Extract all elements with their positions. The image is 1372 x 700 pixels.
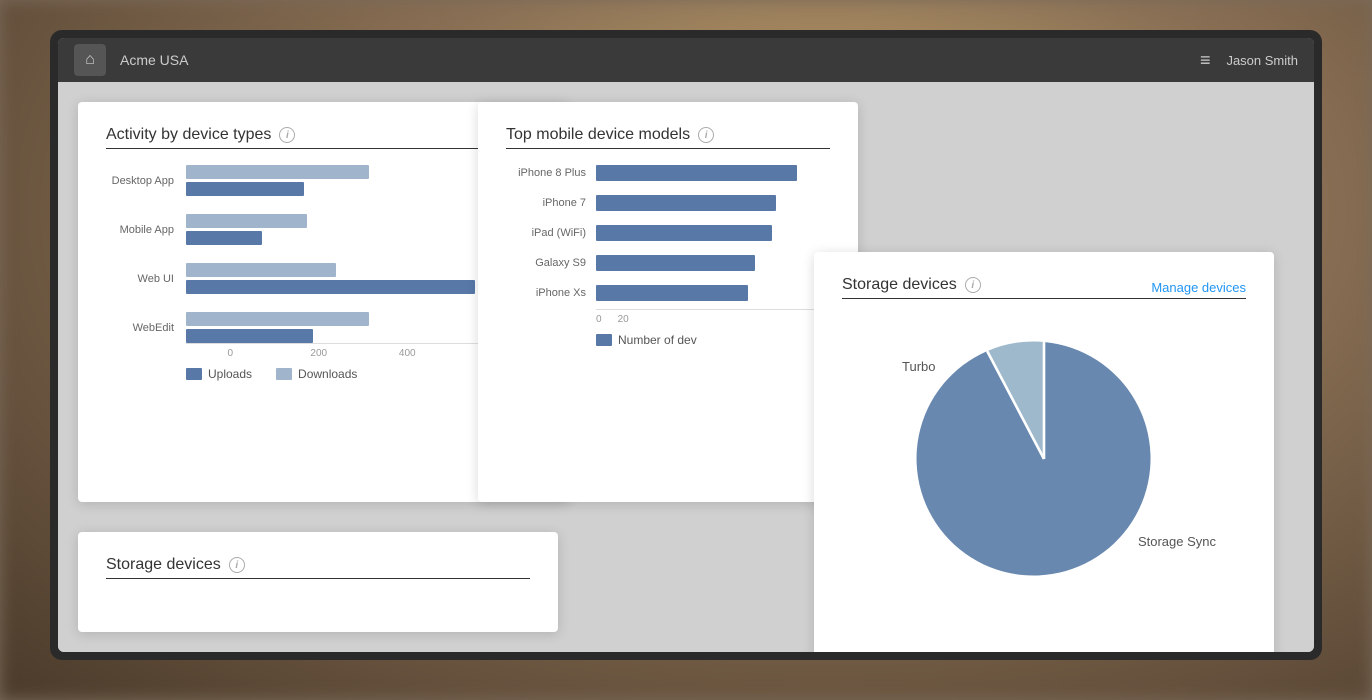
- mobile-axis: 0 20: [596, 309, 830, 325]
- h-bar-label-ipad: iPad (WiFi): [506, 227, 596, 239]
- mobile-axis-20: 20: [618, 314, 629, 325]
- mobile-legend-icon: [596, 334, 612, 346]
- h-bar-fill-iphone7: [596, 195, 776, 211]
- bar-label-mobile: Mobile App: [106, 224, 186, 236]
- screen-inner: ⌂ Acme USA ≡ Jason Smith Activity by dev…: [58, 38, 1314, 652]
- h-bar-fill-iphonexs: [596, 285, 748, 301]
- bar-label-desktop: Desktop App: [106, 175, 186, 187]
- bar-row-webedit: WebEdit: [106, 312, 540, 343]
- h-bar-track-galaxy: [596, 255, 830, 271]
- h-bar-row-iphone8: iPhone 8 Plus: [506, 165, 830, 181]
- pie-chart-svg: [914, 329, 1174, 589]
- bar-uploads-webedit: [186, 329, 313, 343]
- activity-info-icon[interactable]: i: [279, 127, 295, 143]
- mobile-card: Top mobile device models i iPhone 8 Plus: [478, 102, 858, 502]
- storage-popup-card: Storage devices i Manage devices: [814, 252, 1274, 652]
- activity-bar-chart: Desktop App Mobile App: [106, 165, 540, 343]
- bar-label-webedit: WebEdit: [106, 322, 186, 334]
- mobile-axis-0: 0: [596, 314, 602, 325]
- bar-uploads-desktop: [186, 182, 304, 196]
- legend-downloads-label: Downloads: [298, 367, 357, 381]
- home-button[interactable]: ⌂: [74, 44, 106, 76]
- screen-bezel: ⌂ Acme USA ≡ Jason Smith Activity by dev…: [50, 30, 1322, 660]
- h-bar-row-iphone7: iPhone 7: [506, 195, 830, 211]
- user-name: Jason Smith: [1226, 53, 1298, 68]
- legend-downloads: Downloads: [276, 367, 357, 381]
- bar-uploads-mobile: [186, 231, 262, 245]
- app-title: Acme USA: [120, 52, 1200, 68]
- mobile-legend-item: Number of dev: [596, 333, 697, 347]
- legend-uploads: Uploads: [186, 367, 252, 381]
- mobile-card-title: Top mobile device models i: [506, 126, 830, 144]
- h-bar-track-ipad: [596, 225, 830, 241]
- storage-popup-header: Storage devices i Manage devices: [842, 276, 1246, 298]
- menu-icon[interactable]: ≡: [1200, 50, 1211, 71]
- topnav: ⌂ Acme USA ≡ Jason Smith: [58, 38, 1314, 82]
- bar-row-mobile: Mobile App: [106, 214, 540, 245]
- mobile-info-icon[interactable]: i: [698, 127, 714, 143]
- bar-label-webui: Web UI: [106, 273, 186, 285]
- mobile-legend-label: Number of dev: [618, 333, 697, 347]
- pie-label-turbo: Turbo: [902, 359, 935, 374]
- legend-uploads-label: Uploads: [208, 367, 252, 381]
- bar-downloads-webedit: [186, 312, 369, 326]
- pie-chart-container: Turbo Storage Sync: [842, 329, 1246, 589]
- h-bar-fill-iphone8: [596, 165, 797, 181]
- axis-400: 400: [363, 348, 452, 359]
- pie-label-storagesync: Storage Sync: [1138, 534, 1216, 549]
- h-bar-track-iphonexs: [596, 285, 830, 301]
- bar-uploads-webui: [186, 280, 475, 294]
- mobile-bar-chart: iPhone 8 Plus iPhone 7 iPa: [506, 165, 830, 301]
- storage-popup-info-icon[interactable]: i: [965, 277, 981, 293]
- bar-row-desktop: Desktop App: [106, 165, 540, 196]
- axis-200: 200: [275, 348, 364, 359]
- h-bar-row-galaxy: Galaxy S9: [506, 255, 830, 271]
- laptop-frame: ⌂ Acme USA ≡ Jason Smith Activity by dev…: [0, 0, 1372, 700]
- bar-row-webui: Web UI: [106, 263, 540, 294]
- bar-downloads-webui: [186, 263, 336, 277]
- storage-bottom-info-icon[interactable]: i: [229, 557, 245, 573]
- h-bar-label-galaxy: Galaxy S9: [506, 257, 596, 269]
- h-bar-row-iphonexs: iPhone Xs: [506, 285, 830, 301]
- h-bar-track-iphone7: [596, 195, 830, 211]
- storage-bottom-title: Storage devices i: [106, 556, 530, 574]
- h-bar-row-ipad: iPad (WiFi): [506, 225, 830, 241]
- manage-devices-link[interactable]: Manage devices: [1151, 280, 1246, 295]
- storage-bottom-card: Storage devices i: [78, 532, 558, 632]
- h-bar-label-iphone8: iPhone 8 Plus: [506, 167, 596, 179]
- h-bar-label-iphonexs: iPhone Xs: [506, 287, 596, 299]
- activity-card-title: Activity by device types i: [106, 126, 540, 144]
- legend-uploads-icon: [186, 368, 202, 380]
- h-bar-label-iphone7: iPhone 7: [506, 197, 596, 209]
- legend-downloads-icon: [276, 368, 292, 380]
- bar-downloads-mobile: [186, 214, 307, 228]
- h-bar-fill-ipad: [596, 225, 772, 241]
- bar-downloads-desktop: [186, 165, 369, 179]
- mobile-legend: Number of dev: [596, 333, 830, 347]
- h-bar-fill-galaxy: [596, 255, 755, 271]
- h-bar-track-iphone8: [596, 165, 830, 181]
- main-content: Activity by device types i Desktop App: [58, 82, 1314, 652]
- storage-popup-title: Storage devices i: [842, 276, 981, 294]
- axis-0: 0: [186, 348, 275, 359]
